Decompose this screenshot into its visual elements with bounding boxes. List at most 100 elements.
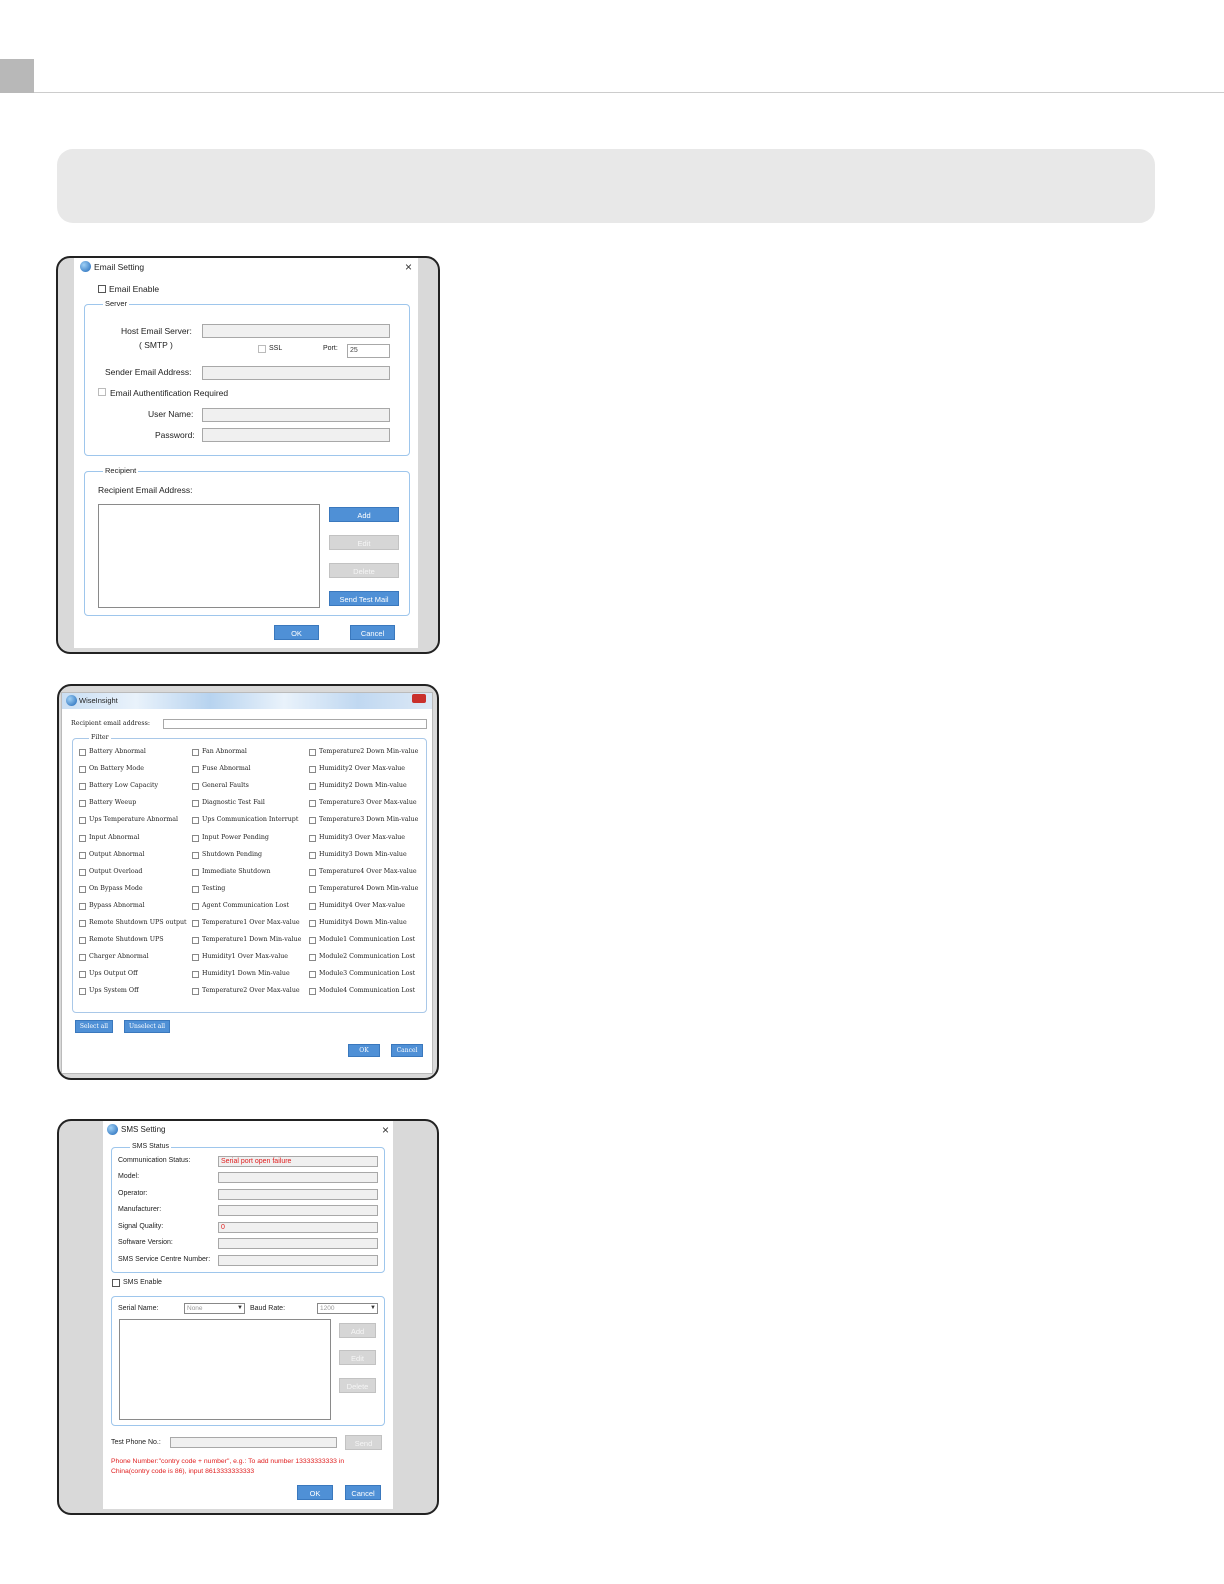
ssl-checkbox[interactable] <box>258 345 266 353</box>
filter-checkbox[interactable] <box>309 971 316 979</box>
delete-button[interactable]: Delete <box>339 1378 376 1393</box>
ssl-label: SSL <box>269 345 283 352</box>
email-enable-label: Email Enable <box>109 284 160 294</box>
filter-checkbox[interactable] <box>79 834 86 842</box>
filter-checkbox[interactable] <box>192 766 199 774</box>
send-button[interactable]: Send <box>345 1435 382 1450</box>
ok-button[interactable]: OK <box>297 1485 333 1500</box>
filter-option-label: Input Power Pending <box>202 833 269 841</box>
send-test-mail-button[interactable]: Send Test Mail <box>329 591 399 606</box>
test-phone-input[interactable] <box>170 1437 337 1448</box>
email-enable-checkbox[interactable] <box>98 285 106 293</box>
sms-number-list[interactable] <box>119 1319 331 1420</box>
add-button[interactable]: Add <box>329 507 399 522</box>
password-input[interactable] <box>202 428 390 442</box>
user-input[interactable] <box>202 408 390 422</box>
filter-checkbox[interactable] <box>79 902 86 910</box>
filter-option-label: Module1 Communication Lost <box>319 936 416 944</box>
software-version-value <box>218 1238 378 1249</box>
filter-option-label: Agent Communication Lost <box>202 901 289 909</box>
filter-checkbox[interactable] <box>192 817 199 825</box>
filter-checkbox[interactable] <box>309 937 316 945</box>
filter-checkbox[interactable] <box>309 817 316 825</box>
filter-checkbox[interactable] <box>309 954 316 962</box>
recipient-label: Recipient email address: <box>71 720 150 727</box>
ok-button[interactable]: OK <box>274 625 319 640</box>
select-all-button[interactable]: Select all <box>75 1020 113 1033</box>
edit-button[interactable]: Edit <box>329 535 399 550</box>
filter-checkbox[interactable] <box>79 851 86 859</box>
filter-checkbox[interactable] <box>79 749 86 756</box>
filter-checkbox[interactable] <box>79 766 86 774</box>
close-icon[interactable] <box>412 694 426 703</box>
filter-checkbox[interactable] <box>192 800 199 808</box>
filter-checkbox[interactable] <box>309 902 316 910</box>
filter-checkbox[interactable] <box>309 885 316 893</box>
baud-rate-select[interactable]: 1200 ▼ <box>317 1303 378 1314</box>
close-icon[interactable]: × <box>405 258 412 276</box>
ok-button[interactable]: OK <box>348 1044 380 1057</box>
sms-enable-checkbox[interactable] <box>112 1279 120 1287</box>
add-button[interactable]: Add <box>339 1323 376 1338</box>
filter-checkbox[interactable] <box>309 920 316 927</box>
filter-checkbox[interactable] <box>192 749 199 756</box>
filter-option-label: Humidity1 Over Max-value <box>202 953 289 961</box>
filter-checkbox[interactable] <box>79 817 86 825</box>
filter-checkbox[interactable] <box>79 954 86 962</box>
edit-button[interactable]: Edit <box>339 1350 376 1365</box>
sender-input[interactable] <box>202 366 390 380</box>
cancel-button[interactable]: Cancel <box>350 625 395 640</box>
filter-checkbox[interactable] <box>79 783 86 791</box>
chevron-down-icon: ▼ <box>370 1305 376 1311</box>
filter-option-label: Ups Output Off <box>89 970 138 978</box>
filter-checkbox[interactable] <box>79 937 86 945</box>
filter-checkbox[interactable] <box>309 851 316 859</box>
filter-checkbox[interactable] <box>309 800 316 808</box>
delete-button[interactable]: Delete <box>329 563 399 578</box>
unselect-all-button[interactable]: Unselect all <box>124 1020 170 1033</box>
cancel-button[interactable]: Cancel <box>345 1485 381 1500</box>
filter-checkbox[interactable] <box>309 988 316 996</box>
filter-checkbox[interactable] <box>192 937 199 945</box>
filter-checkbox[interactable] <box>192 902 199 910</box>
filter-checkbox[interactable] <box>79 988 86 996</box>
filter-checkbox[interactable] <box>192 954 199 962</box>
window-title: SMS Setting <box>121 1125 166 1134</box>
filter-option-label: Temperature2 Over Max-value <box>202 987 300 995</box>
filter-option-label: Immediate Shutdown <box>202 867 271 875</box>
filter-checkbox[interactable] <box>192 834 199 842</box>
cancel-button[interactable]: Cancel <box>391 1044 423 1057</box>
filter-checkbox[interactable] <box>309 783 316 791</box>
auth-checkbox[interactable] <box>98 388 106 396</box>
filter-checkbox[interactable] <box>309 766 316 774</box>
filter-checkbox[interactable] <box>79 800 86 808</box>
filter-checkbox[interactable] <box>309 868 316 876</box>
filter-option-label: On Battery Mode <box>89 765 144 773</box>
filter-checkbox[interactable] <box>192 988 199 996</box>
filter-option-label: Bypass Abnormal <box>89 901 145 909</box>
filter-checkbox[interactable] <box>309 749 316 756</box>
recipient-list[interactable] <box>98 504 320 608</box>
filter-checkbox[interactable] <box>192 920 199 927</box>
close-icon[interactable]: × <box>382 1121 389 1139</box>
filter-checkbox[interactable] <box>192 868 199 876</box>
baud-rate-value: 1200 <box>320 1305 335 1312</box>
manufacturer-value <box>218 1205 378 1216</box>
port-input[interactable]: 25 <box>347 344 390 358</box>
filter-checkbox[interactable] <box>192 851 199 859</box>
filter-checkbox[interactable] <box>79 920 86 927</box>
filter-checkbox[interactable] <box>192 783 199 791</box>
filter-checkbox[interactable] <box>192 971 199 979</box>
recipient-legend: Recipient <box>103 466 139 475</box>
filter-checkbox[interactable] <box>192 885 199 893</box>
filter-checkbox[interactable] <box>79 868 86 876</box>
filter-checkbox[interactable] <box>79 971 86 979</box>
serial-name-select[interactable]: None ▼ <box>184 1303 245 1314</box>
filter-checkbox[interactable] <box>79 885 86 893</box>
host-input[interactable] <box>202 324 390 338</box>
filter-checkbox[interactable] <box>309 834 316 842</box>
filter-option-label: Humidity1 Down Min-value <box>202 970 290 978</box>
recipient-input[interactable] <box>163 719 427 729</box>
phone-format-note-line1: Phone Number:"contry code + number", e.g… <box>111 1458 345 1465</box>
filter-option-label: Humidity4 Down Min-value <box>319 919 407 926</box>
